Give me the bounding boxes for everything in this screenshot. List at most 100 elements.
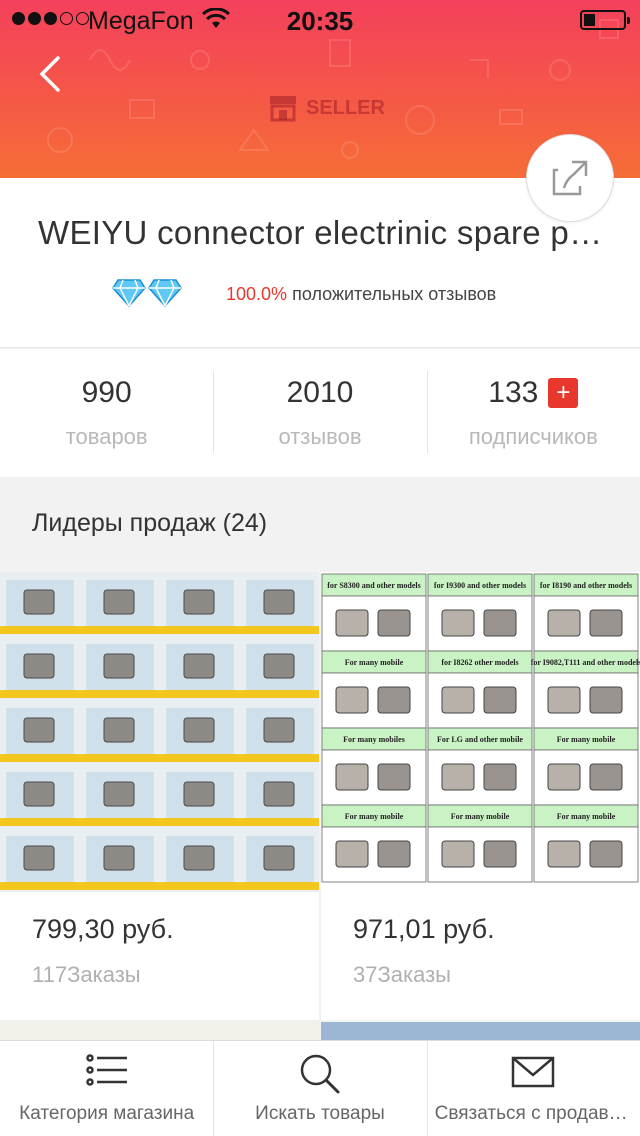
stat-products[interactable]: 990 товаров [0, 349, 213, 477]
seller-label: SELLER [306, 96, 385, 119]
connector-part [377, 686, 411, 714]
image-label: for I8190 and other models [540, 581, 632, 590]
connector-part [377, 840, 411, 868]
connector-part [183, 653, 215, 679]
mail-icon [512, 1056, 555, 1088]
connector-part [547, 763, 581, 791]
positive-feedback-percent: 100.0% [226, 284, 288, 304]
image-label: For many mobile [345, 812, 404, 821]
connector-part [377, 609, 411, 637]
connector-part [23, 717, 55, 743]
connector-part [183, 845, 215, 871]
image-label: For many mobile [557, 812, 616, 821]
bestsellers-heading: Лидеры продаж (24) [32, 509, 268, 537]
connector-part [335, 840, 369, 868]
diamond-icon [148, 279, 182, 308]
stat-followers-value: 133 [488, 376, 539, 409]
tab-search-products[interactable]: Искать товары [213, 1041, 426, 1136]
stat-reviews-value: 2010 [286, 376, 354, 409]
battery-level [584, 14, 595, 26]
connector-part [263, 781, 295, 807]
product-card[interactable]: for S8300 and other models for I9300 and … [321, 572, 640, 1020]
connector-part [483, 609, 517, 637]
connector-part [263, 845, 295, 871]
connector-part [441, 686, 475, 714]
connector-part [441, 609, 475, 637]
product-grid: 799,30 руб. 117Заказы for S8300 and othe… [0, 572, 640, 1020]
share-button[interactable] [526, 134, 614, 222]
image-label: for I9082,T111 and other models [531, 658, 640, 667]
connector-part [103, 653, 135, 679]
product-orders: 117Заказы [32, 962, 141, 987]
connector-part [483, 840, 517, 868]
connector-grid-image [0, 572, 319, 892]
connector-part [103, 845, 135, 871]
shop-icon [270, 96, 296, 122]
list-icon [85, 1054, 127, 1086]
connector-part [263, 589, 295, 615]
positive-feedback-label: положительных отзывов [292, 284, 497, 304]
image-label: For many mobiles [343, 735, 405, 744]
connector-part [183, 717, 215, 743]
battery-icon [580, 10, 630, 30]
product-image [0, 572, 319, 892]
connector-part [441, 840, 475, 868]
product-price: 971,01 руб. [353, 914, 495, 944]
product-price: 799,30 руб. [32, 914, 174, 944]
image-label: for I9300 and other models [434, 581, 526, 590]
back-button[interactable] [30, 52, 74, 96]
connector-part [103, 589, 135, 615]
connector-part [335, 763, 369, 791]
connector-part [483, 763, 517, 791]
connector-part [589, 686, 623, 714]
tab-contact-seller-label: Связаться с продавцом [434, 1103, 632, 1124]
search-icon [300, 1054, 340, 1094]
connector-part [23, 589, 55, 615]
stat-followers-label: подписчиков [468, 424, 598, 449]
connector-part [589, 763, 623, 791]
diamond-icon [112, 279, 146, 308]
connector-part [377, 763, 411, 791]
status-time: 20:35 [286, 6, 354, 36]
product-image-partial [0, 1022, 319, 1042]
connector-part [547, 840, 581, 868]
connector-table-image: for S8300 and other models for I9300 and … [321, 572, 640, 892]
image-label: for S8300 and other models [327, 581, 421, 590]
connector-part [335, 609, 369, 637]
positive-feedback: 100.0% положительных отзывов [226, 284, 496, 305]
bottom-tab-bar: Категория магазина Искать товары Связать… [0, 1040, 640, 1136]
stat-followers[interactable]: 133 + подписчиков [426, 349, 640, 477]
product-card[interactable]: 799,30 руб. 117Заказы [0, 572, 319, 1020]
tab-contact-seller[interactable]: Связаться с продавцом [426, 1041, 640, 1136]
seller-badge: SELLER [268, 94, 385, 122]
store-name: WEIYU connector electrinic spare parts [38, 214, 608, 251]
connector-part [23, 781, 55, 807]
connector-part [589, 840, 623, 868]
stat-reviews-label: отзывов [278, 424, 362, 449]
image-label: for I8262 other models [441, 658, 518, 667]
connector-part [263, 653, 295, 679]
connector-part [263, 717, 295, 743]
image-label: For many mobile [557, 735, 616, 744]
stat-products-value: 990 [81, 376, 132, 409]
stat-reviews[interactable]: 2010 отзывов [213, 349, 426, 477]
connector-part [483, 686, 517, 714]
connector-part [335, 686, 369, 714]
connector-part [183, 781, 215, 807]
image-label: For LG and other mobile [437, 735, 523, 744]
connector-part [441, 763, 475, 791]
product-image-partial [321, 1022, 640, 1042]
stat-products-label: товаров [65, 424, 148, 449]
image-label: For many mobile [451, 812, 510, 821]
connector-part [183, 589, 215, 615]
tab-store-categories[interactable]: Категория магазина [0, 1041, 213, 1136]
connector-part [547, 686, 581, 714]
follow-button[interactable]: + [548, 378, 579, 408]
connector-part [23, 845, 55, 871]
chevron-left-icon [39, 56, 60, 92]
store-stats: 990 товаров 2010 отзывов 133 + подписчико… [0, 349, 640, 477]
image-label: For many mobile [345, 658, 404, 667]
connector-part [103, 717, 135, 743]
status-bar: MegaFon 20:35 [0, 0, 640, 40]
connector-part [589, 609, 623, 637]
